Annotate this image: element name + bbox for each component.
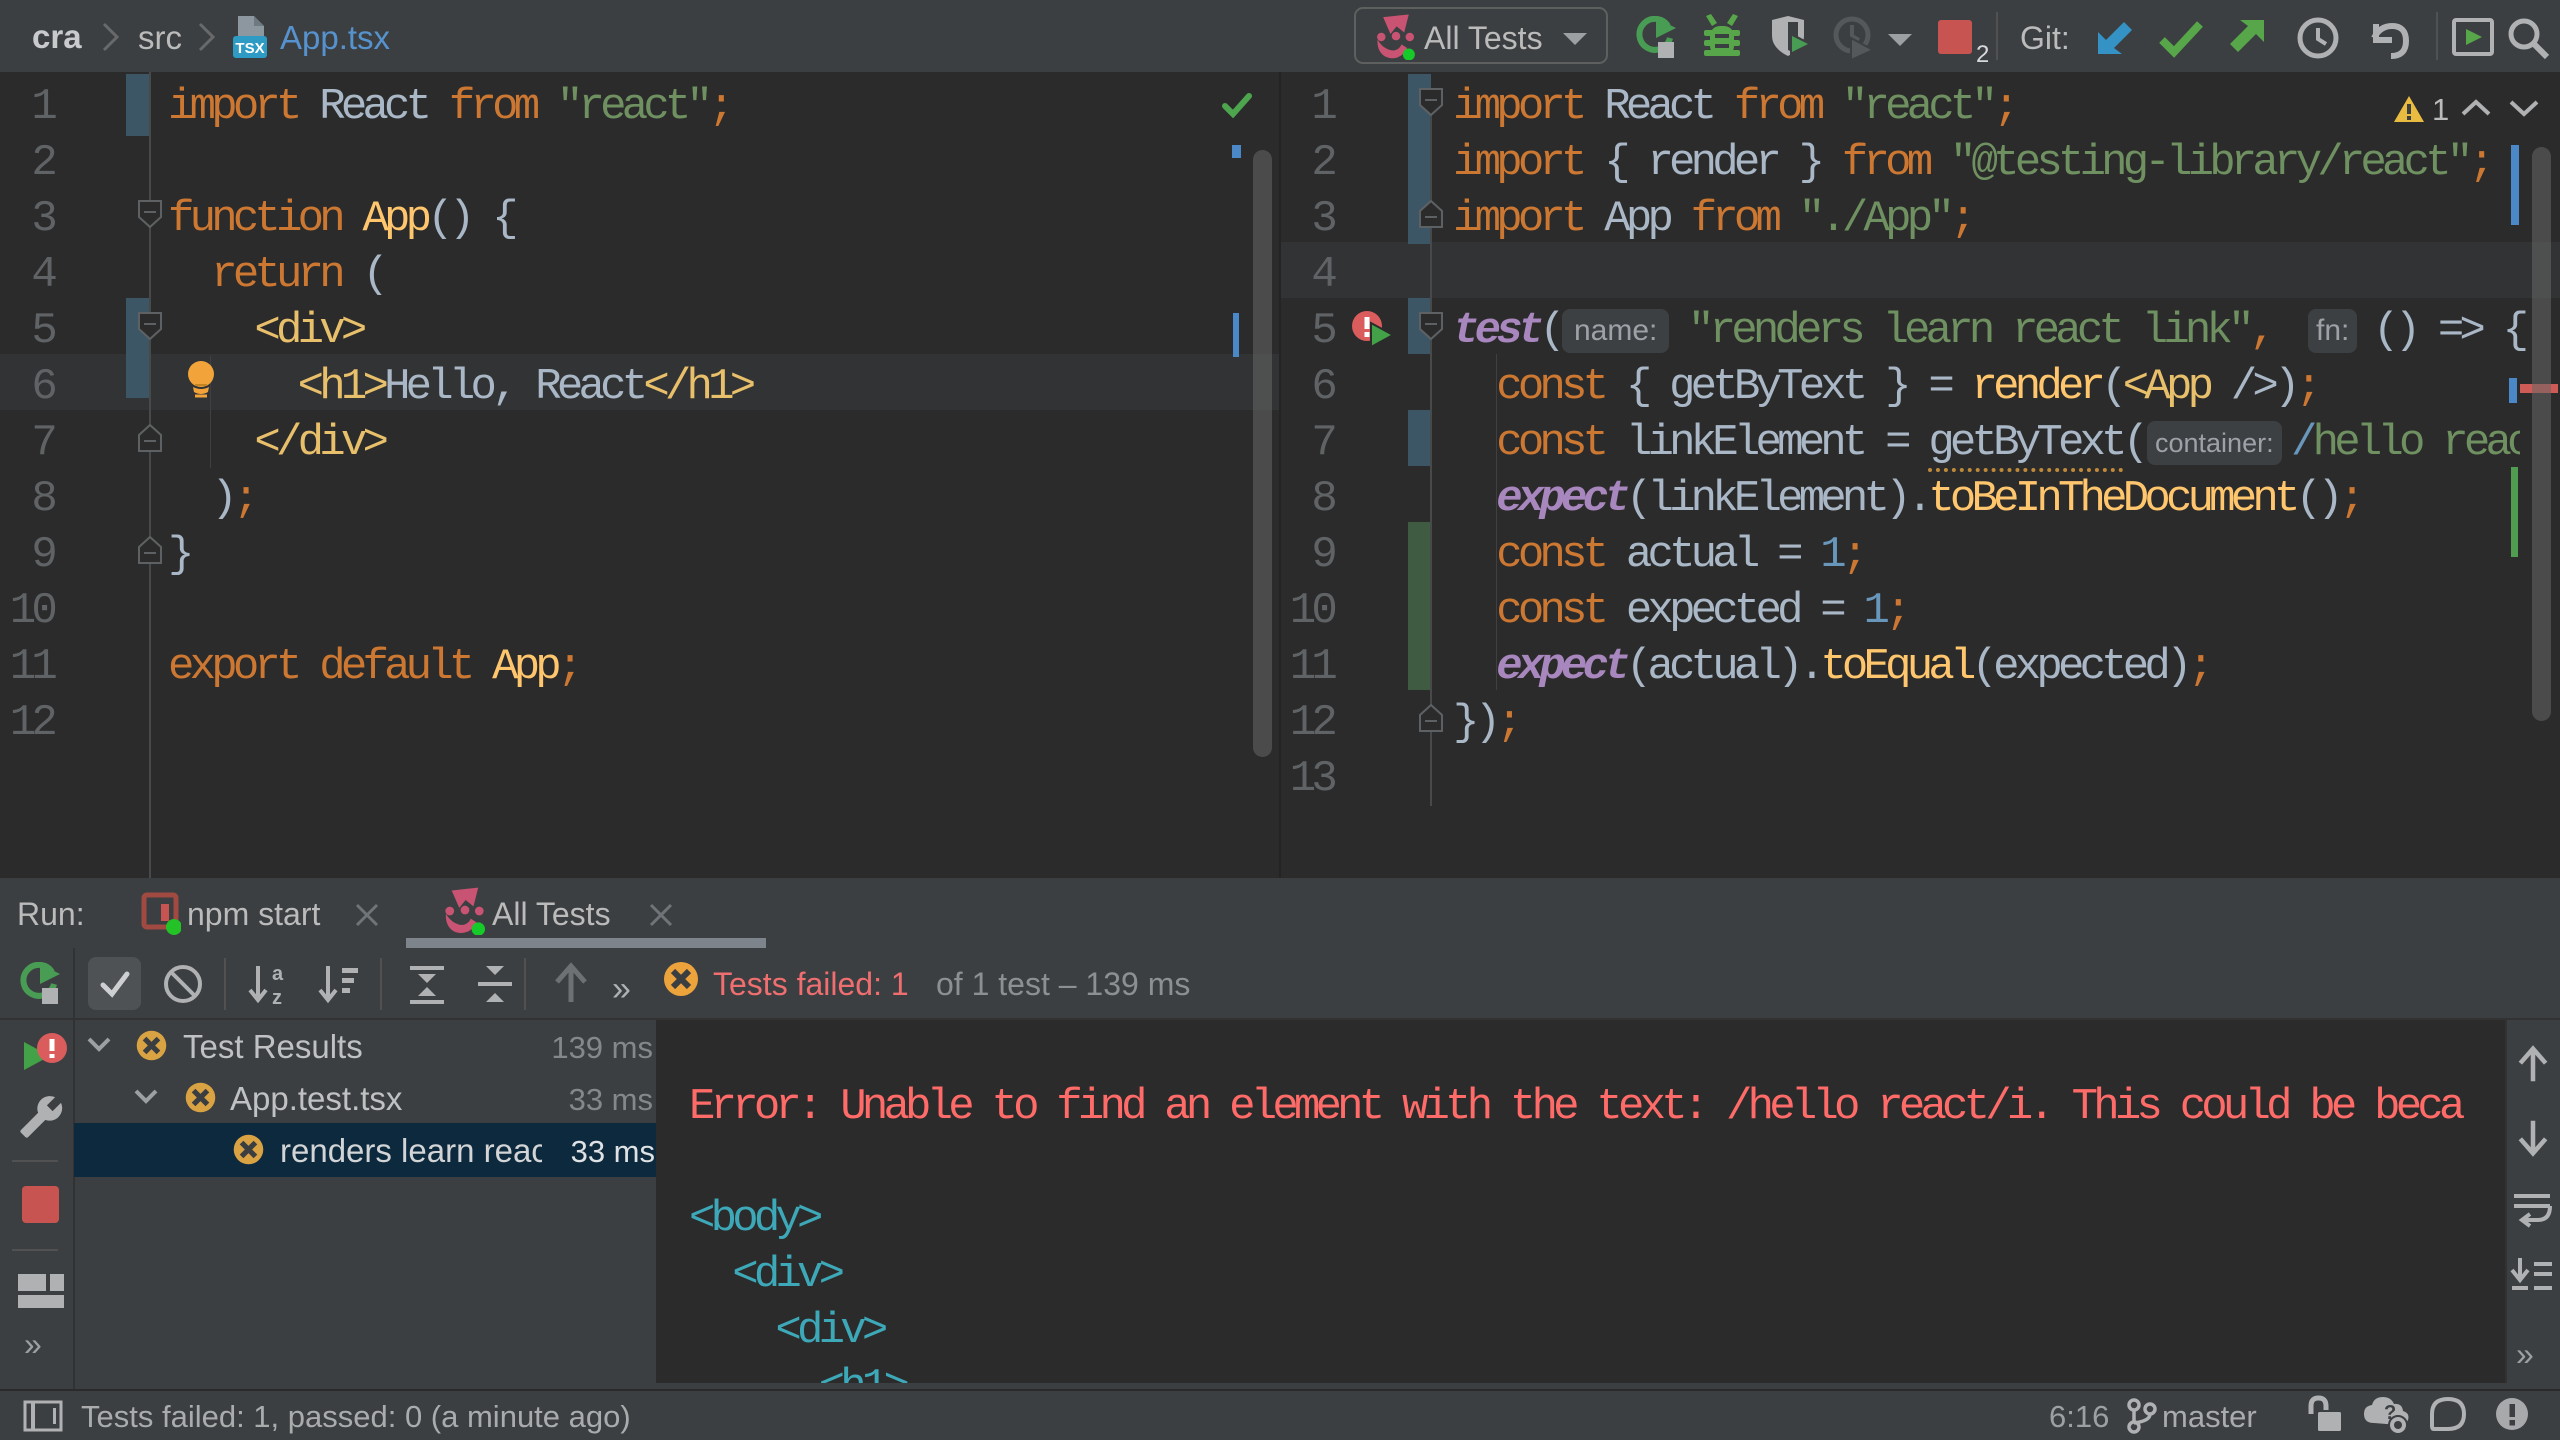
svg-text:TSX: TSX (235, 40, 264, 57)
svg-text:2: 2 (1976, 41, 1988, 64)
svg-text:?: ? (2384, 1402, 2396, 1424)
svg-text:z: z (272, 987, 282, 1008)
svg-text:a: a (272, 963, 284, 985)
